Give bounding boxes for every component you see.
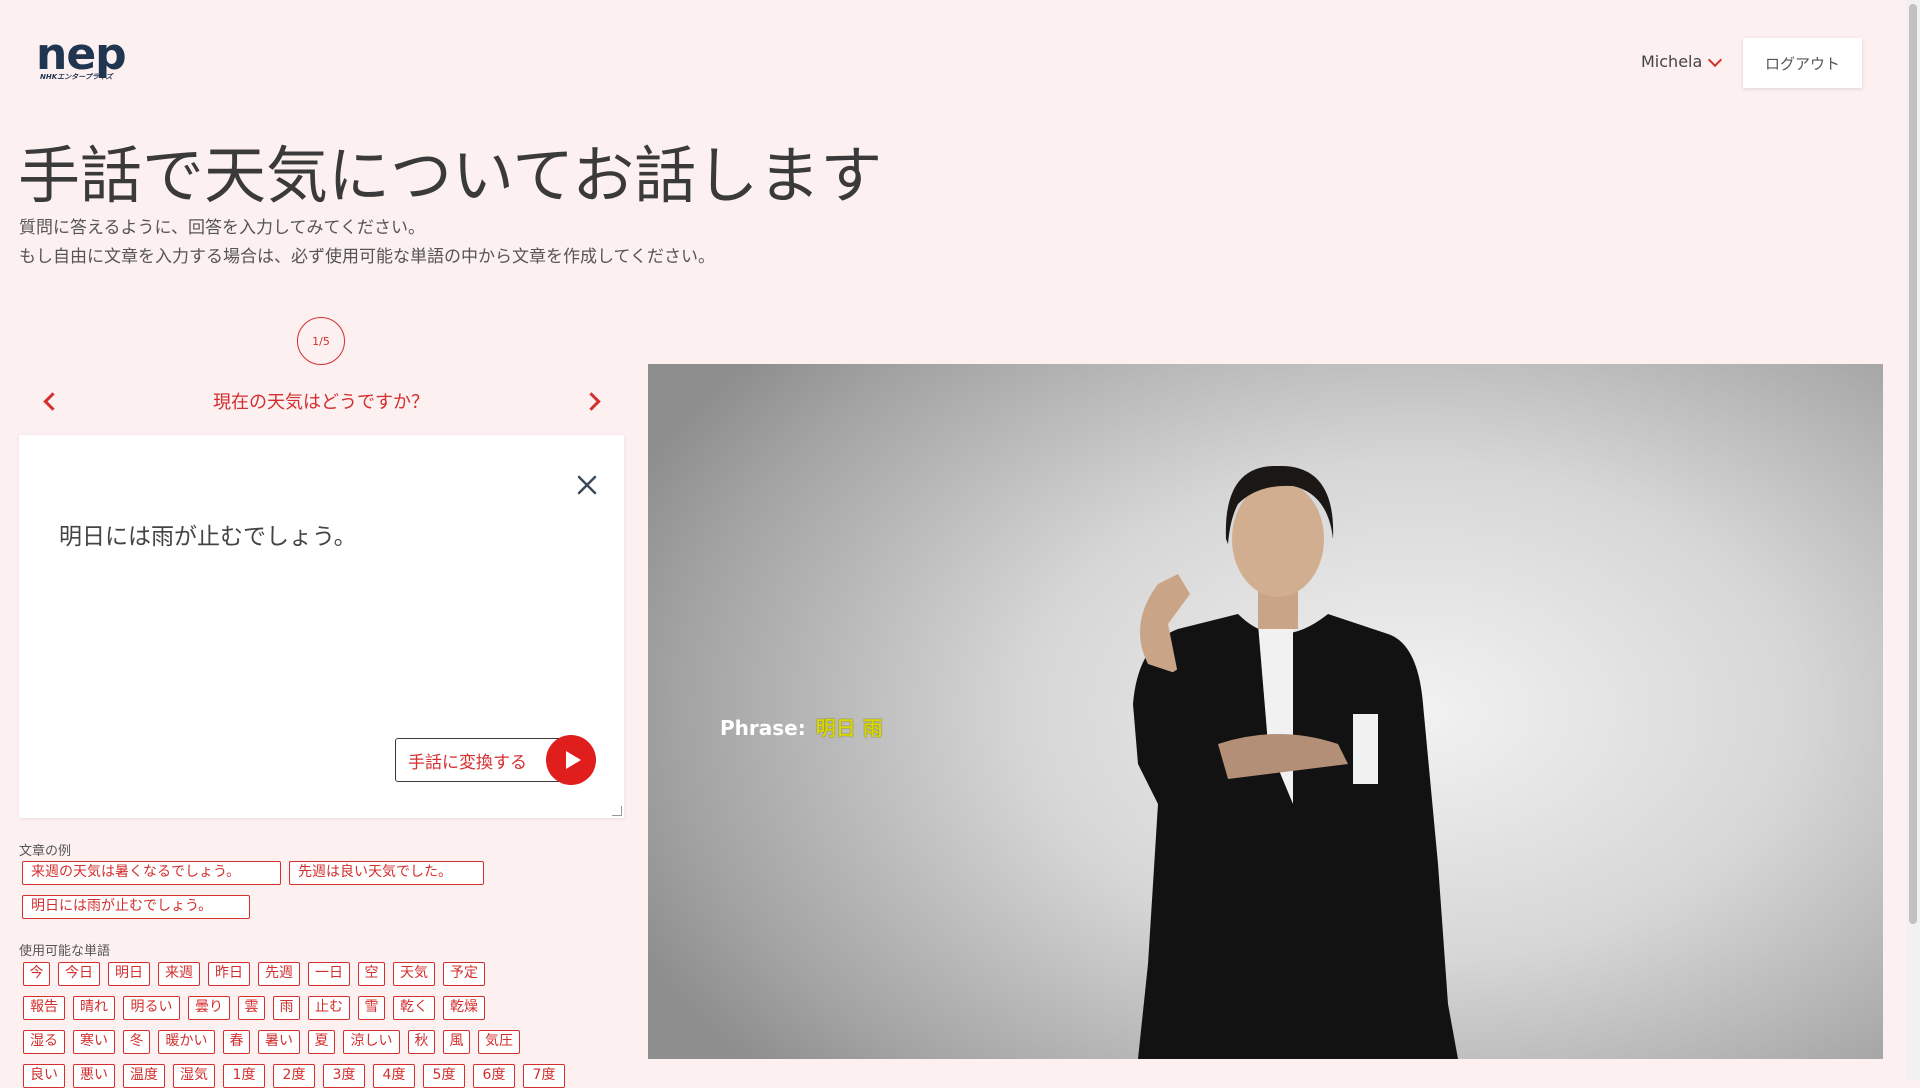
example-sentence-chip[interactable]: 来週の天気は暑くなるでしょう。 [22, 861, 281, 885]
vocabulary-word-chip[interactable]: 乾燥 [443, 996, 485, 1020]
close-icon [577, 475, 597, 495]
vocabulary-word-chip[interactable]: 良い [23, 1064, 65, 1088]
vocabulary-word-chip[interactable]: 気圧 [478, 1030, 520, 1054]
resize-handle[interactable] [612, 806, 622, 816]
vocabulary-word-chip[interactable]: 報告 [23, 996, 65, 1020]
instruction-line: もし自由に文章を入力する場合は、必ず使用可能な単語の中から文章を作成してください… [19, 247, 715, 267]
vocabulary-word-chip[interactable]: 今日 [58, 962, 100, 986]
page-scrollbar[interactable] [1906, 0, 1920, 1080]
nep-logo[interactable]: nep NHKエンタープライズ [36, 29, 162, 82]
vocabulary-word-chip[interactable]: 4度 [373, 1064, 415, 1088]
example-sentence-chip[interactable]: 先週は良い天気でした。 [289, 861, 484, 885]
vocabulary-word-chip[interactable]: 一日 [308, 962, 350, 986]
vocabulary-word-chip[interactable]: 涼しい [343, 1030, 400, 1054]
vocabulary-word-chip[interactable]: 春 [223, 1030, 250, 1054]
vocabulary-word-chip[interactable]: 1度 [223, 1064, 265, 1088]
vocabulary-word-chip[interactable]: 雨 [273, 996, 300, 1020]
vocabulary-word-chip[interactable]: 止む [308, 996, 350, 1020]
vocabulary-word-chip[interactable]: 温度 [123, 1064, 165, 1088]
vocabulary-word-chip[interactable]: 5度 [423, 1064, 465, 1088]
vocabulary-word-chip[interactable]: 曇り [188, 996, 230, 1020]
vocabulary-word-chip[interactable]: 雲 [238, 996, 265, 1020]
scrollbar-thumb[interactable] [1909, 4, 1917, 924]
sign-language-video[interactable]: Phrase: 明日 雨 [648, 364, 1883, 1059]
vocabulary-word-chip[interactable]: 天気 [393, 962, 435, 986]
vocabulary-word-chip[interactable]: 昨日 [208, 962, 250, 986]
answer-text[interactable]: 明日には雨が止むでしょう。 [59, 517, 357, 551]
vocabulary-word-chip[interactable]: 晴れ [73, 996, 115, 1020]
page-title: 手話で天気についてお話します [18, 139, 883, 212]
user-name: Michela [1641, 52, 1703, 71]
next-question-button[interactable] [582, 390, 604, 412]
vocabulary-word-chip[interactable]: 悪い [73, 1064, 115, 1088]
vocabulary-word-chip[interactable]: 先週 [258, 962, 300, 986]
logout-button[interactable]: ログアウト [1743, 38, 1862, 88]
vocabulary-word-chip[interactable]: 寒い [73, 1030, 115, 1054]
vocabulary-label: 使用可能な単語 [19, 944, 111, 959]
chevron-right-icon [582, 392, 601, 411]
vocabulary-word-chip[interactable]: 暑い [258, 1030, 300, 1054]
vocabulary-word-chip[interactable]: 冬 [123, 1030, 150, 1054]
vocabulary-word-chip[interactable]: 湿る [23, 1030, 65, 1054]
vocabulary-word-chip[interactable]: 風 [443, 1030, 470, 1054]
vocabulary-word-chip[interactable]: 明るい [123, 996, 180, 1020]
vocabulary-word-chip[interactable]: 夏 [308, 1030, 335, 1054]
vocabulary-word-chip[interactable]: 予定 [443, 962, 485, 986]
logo-subtext: NHKエンタープライズ [40, 73, 113, 81]
vocabulary-word-chip[interactable]: 今 [23, 962, 50, 986]
vocabulary-word-chip[interactable]: 暖かい [158, 1030, 215, 1054]
vocabulary-word-chip[interactable]: 乾く [393, 996, 435, 1020]
examples-label: 文章の例 [19, 844, 72, 859]
vocabulary-word-chip[interactable]: 雪 [358, 996, 385, 1020]
phrase-value: 明日 雨 [815, 716, 883, 740]
example-sentence-chip[interactable]: 明日には雨が止むでしょう。 [22, 895, 250, 919]
answer-input[interactable]: 明日には雨が止むでしょう。 手話に変換する [19, 435, 624, 818]
vocabulary-word-chip[interactable]: 3度 [323, 1064, 365, 1088]
user-menu[interactable]: Michela [1641, 52, 1723, 71]
signing-avatar-image [1133, 465, 1458, 1059]
logo-wordmark: nep [36, 29, 127, 80]
clear-button[interactable] [559, 473, 619, 523]
vocabulary-word-chip[interactable]: 2度 [273, 1064, 315, 1088]
phrase-label: Phrase: [720, 716, 806, 740]
instruction-line: 質問に答えるように、回答を入力してみてください。 [19, 218, 425, 238]
phrase-overlay: Phrase: 明日 雨 [720, 712, 883, 741]
instructions: 質問に答えるように、回答を入力してみてください。 もし自由に文章を入力する場合は… [19, 214, 715, 272]
chevron-down-icon [1708, 52, 1723, 67]
vocabulary-word-chip[interactable]: 来週 [158, 962, 200, 986]
question-text: 現在の天気はどうですか？ [213, 392, 429, 413]
convert-to-sign-button[interactable]: 手話に変換する [395, 738, 565, 782]
play-icon[interactable] [546, 735, 596, 785]
vocabulary-word-chip[interactable]: 湿気 [173, 1064, 215, 1088]
vocabulary-word-chip[interactable]: 6度 [473, 1064, 515, 1088]
vocabulary-word-chip[interactable]: 秋 [408, 1030, 435, 1054]
vocabulary-word-chip[interactable]: 7度 [523, 1064, 565, 1088]
vocabulary-word-chip[interactable]: 明日 [108, 962, 150, 986]
vocabulary-word-chip[interactable]: 空 [358, 962, 385, 986]
step-indicator: 1/5 [297, 317, 345, 365]
